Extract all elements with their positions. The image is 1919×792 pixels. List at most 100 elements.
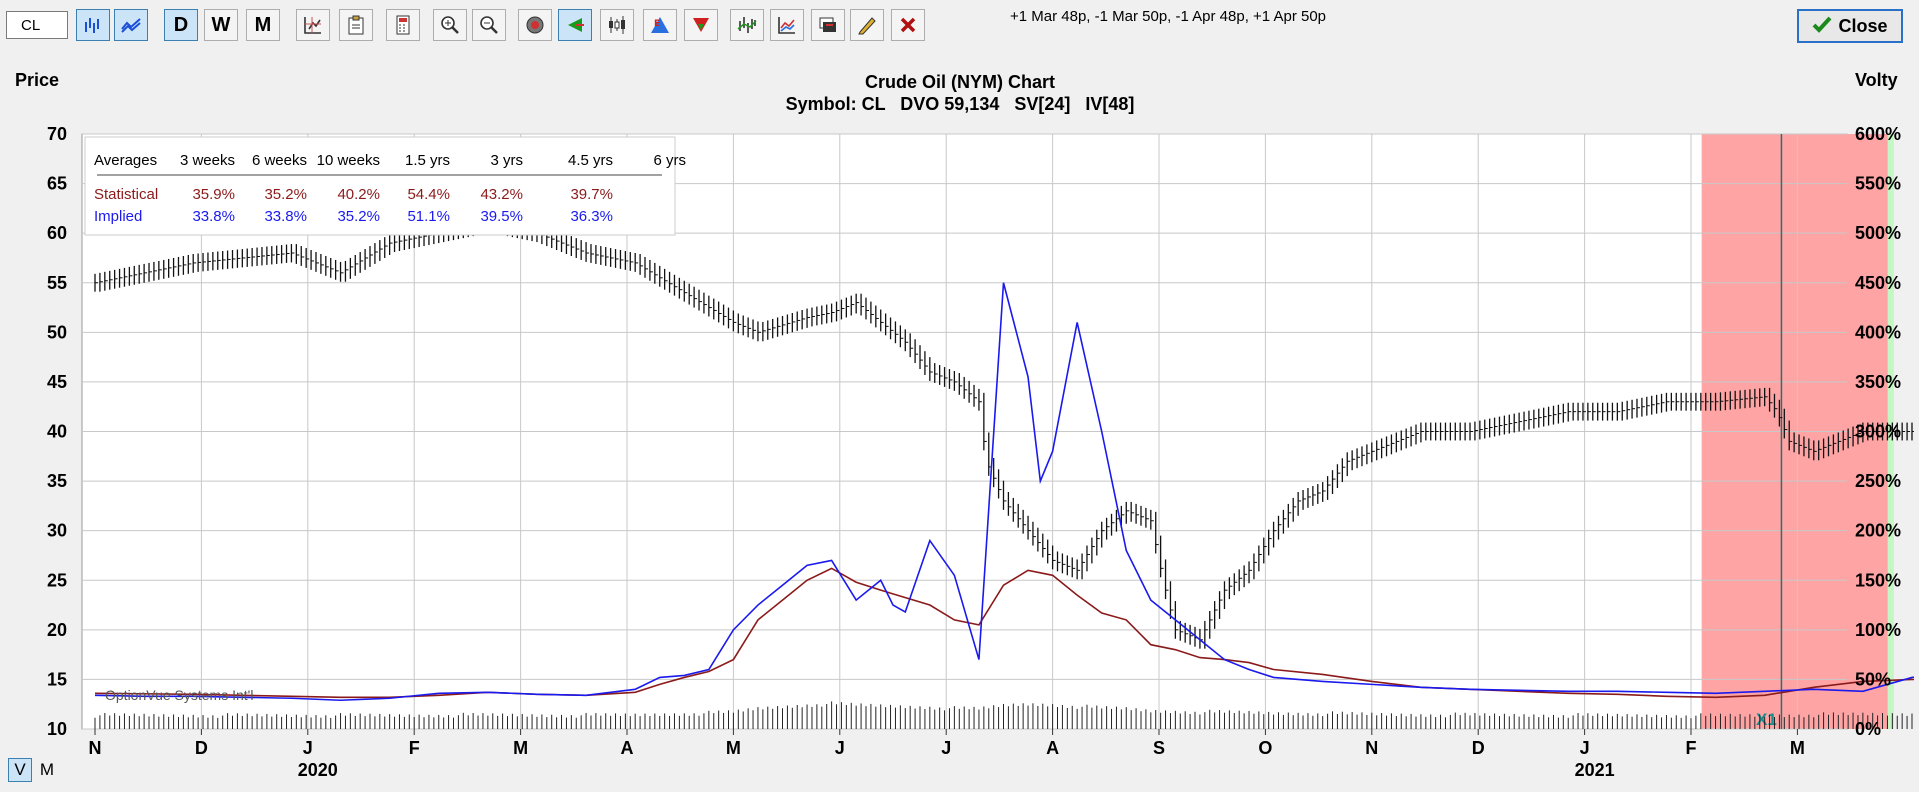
y-tick-label-right: 400% (1855, 322, 1901, 342)
close-label: Close (1838, 15, 1888, 36)
x-tick-label: D (195, 738, 208, 758)
expiry-marker: X1 (1756, 710, 1777, 729)
averages-table-cell: 51.1% (407, 208, 450, 225)
averages-table-cell: 54.4% (407, 186, 450, 203)
averages-table-cell: 39.5% (480, 208, 523, 225)
bar-chart-icon[interactable] (76, 9, 110, 41)
pencil-icon[interactable] (850, 9, 884, 41)
zoom-in-icon[interactable] (433, 9, 467, 41)
x-tick-label: A (1046, 738, 1059, 758)
position-quote: +1 Mar 48p, -1 Mar 50p, -1 Apr 48p, +1 A… (1010, 8, 1327, 25)
ohlc-icon[interactable] (730, 9, 764, 41)
x-tick-label: N (89, 738, 102, 758)
y-tick-label-left: 50 (47, 322, 67, 342)
averages-table-header: Averages (94, 152, 157, 169)
cursor-arrow-icon[interactable] (558, 9, 592, 41)
averages-table-cell: 43.2% (480, 186, 523, 203)
mode-toggle[interactable]: M (35, 758, 59, 782)
y-tick-label-left: 15 (47, 669, 67, 689)
x-tick-label: J (941, 738, 951, 758)
y-tick-label-right: 50% (1855, 669, 1891, 689)
y-tick-label-right: 600% (1855, 124, 1901, 144)
year-label: 2020 (298, 760, 338, 780)
period-weekly-button[interactable]: W (204, 9, 238, 41)
line-chart-icon[interactable] (114, 9, 148, 41)
chart-title: Crude Oil (NYM) Chart (865, 72, 1055, 92)
y-tick-label-right: 100% (1855, 620, 1901, 640)
averages-table-header: 10 weeks (317, 152, 380, 169)
indicator-icon[interactable] (770, 9, 804, 41)
close-button[interactable]: Close (1797, 9, 1903, 43)
y-tick-label-left: 30 (47, 521, 67, 541)
delete-x-icon[interactable] (891, 9, 925, 41)
x-tick-label: M (726, 738, 741, 758)
averages-table-cell: 35.2% (264, 186, 307, 203)
averages-table-cell: 33.8% (264, 208, 307, 225)
y-tick-label-left: 70 (47, 124, 67, 144)
zoom-out-icon[interactable] (472, 9, 506, 41)
y-tick-label-left: 65 (47, 174, 67, 194)
checkmark-icon (1812, 15, 1832, 38)
watermark: OptionVue Systems Int'l (105, 687, 253, 703)
averages-table-cell: 40.2% (337, 186, 380, 203)
candlestick-icon[interactable] (600, 9, 634, 41)
chart-panel: X1 70 65 60 55 50 45 40 35 30 25 20 15 10 600% 550% 500%… (5, 57, 1914, 790)
y-tick-label-right: 200% (1855, 521, 1901, 541)
toolbar: CL D W M E +1 Mar 48p, -1 Mar 50p, -1 Ap… (0, 0, 1919, 52)
averages-table-cell: 35.9% (192, 186, 235, 203)
averages-table-cell: 39.7% (570, 186, 613, 203)
price-volatility-chart[interactable]: X1 70 65 60 55 50 45 40 35 30 25 20 15 10 600% 550% 500%… (5, 57, 1914, 790)
y-tick-label-right: 150% (1855, 570, 1901, 590)
averages-table-header: 6 yrs (653, 152, 686, 169)
x-tick-label: N (1365, 738, 1378, 758)
x-tick-label: J (1580, 738, 1590, 758)
x-tick-label: M (1790, 738, 1805, 758)
target-icon[interactable] (518, 9, 552, 41)
symbol-input[interactable]: CL (6, 11, 68, 39)
calculator-icon[interactable] (386, 9, 420, 41)
y-tick-label-left: 10 (47, 719, 67, 739)
plot-group: X1 70 65 60 55 50 45 40 35 30 25 20 15 10 600% 550% 500%… (47, 124, 1914, 780)
averages-table-header: 6 weeks (252, 152, 307, 169)
y-tick-label-left: 20 (47, 620, 67, 640)
averages-table-header: 3 weeks (180, 152, 235, 169)
left-axis-label: Price (15, 70, 59, 90)
averages-table-header: 3 yrs (490, 152, 523, 169)
y-tick-label-left: 35 (47, 471, 67, 491)
x-tick-label: F (1686, 738, 1697, 758)
svg-text:E: E (654, 19, 660, 29)
red-triangle-icon[interactable] (684, 9, 718, 41)
x-tick-label: J (835, 738, 845, 758)
volatility-toggle[interactable]: V (8, 758, 32, 782)
averages-table-cell: 33.8% (192, 208, 235, 225)
y-tick-label-left: 60 (47, 223, 67, 243)
y-tick-label-right: 350% (1855, 372, 1901, 392)
y-tick-label-right: 500% (1855, 223, 1901, 243)
y-tick-label-right: 550% (1855, 174, 1901, 194)
chart-subtitle: Symbol: CL DVO 59,134 SV[24] IV[48] (786, 94, 1135, 114)
clipboard-icon[interactable] (339, 9, 373, 41)
averages-table-cell: 36.3% (570, 208, 613, 225)
grid-chart-icon[interactable] (296, 9, 330, 41)
averages-table: Averages 3 weeks 6 weeks 10 weeks 1.5 yrs 3 y… (84, 136, 686, 236)
y-tick-label-right: 0% (1855, 719, 1881, 739)
y-tick-label-left: 25 (47, 570, 67, 590)
x-tick-label: S (1153, 738, 1165, 758)
period-monthly-button[interactable]: M (246, 9, 280, 41)
year-label: 2021 (1575, 760, 1615, 780)
averages-table-row-label: Implied (94, 208, 142, 225)
flag-icon[interactable] (811, 9, 845, 41)
y-tick-label-left: 45 (47, 372, 67, 392)
averages-table-header: 1.5 yrs (405, 152, 450, 169)
x-tick-label: M (513, 738, 528, 758)
y-tick-label-right: 250% (1855, 471, 1901, 491)
x-tick-label: J (303, 738, 313, 758)
x-tick-label: O (1258, 738, 1272, 758)
x-tick-label: D (1472, 738, 1485, 758)
averages-table-header: 4.5 yrs (568, 152, 613, 169)
right-axis-label: Volty (1855, 70, 1898, 90)
y-tick-label-right: 450% (1855, 273, 1901, 293)
volatility-triangle-icon[interactable]: E (643, 9, 677, 41)
period-daily-button[interactable]: D (164, 9, 198, 41)
x-tick-label: A (621, 738, 634, 758)
